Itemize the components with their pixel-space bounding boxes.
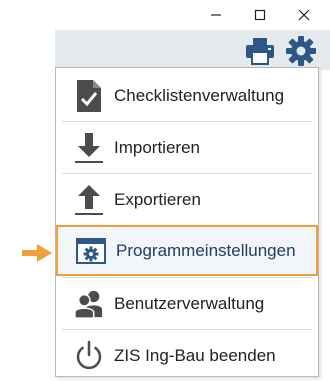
export-icon <box>74 183 104 217</box>
import-icon <box>74 131 104 165</box>
minimize-button[interactable] <box>196 0 236 30</box>
toolbar <box>55 30 330 70</box>
gear-icon <box>286 36 316 66</box>
menu-item-label: Importieren <box>114 137 200 157</box>
close-button[interactable] <box>284 0 324 30</box>
menu-item-label: Benutzerverwaltung <box>114 293 265 313</box>
menu-item-import[interactable]: Importieren <box>56 122 318 173</box>
menu-item-export[interactable]: Exportieren <box>56 174 318 225</box>
menu-item-label: ZIS Ing-Bau beenden <box>114 345 276 365</box>
menu-item-checklist-management[interactable]: Checklistenverwaltung <box>56 70 318 121</box>
printer-icon <box>246 38 274 65</box>
menu-item-label: Checklistenverwaltung <box>114 85 285 105</box>
menu-item-user-management[interactable]: Benutzerverwaltung <box>56 278 318 329</box>
pointer-arrow-icon <box>22 244 52 267</box>
minimize-icon <box>211 14 221 16</box>
close-icon <box>298 9 310 21</box>
menu-item-label: Exportieren <box>114 189 201 209</box>
print-button[interactable] <box>243 34 277 68</box>
menu-item-program-settings[interactable]: Programmeinstellungen <box>56 225 318 276</box>
checklist-icon <box>74 79 104 113</box>
settings-button[interactable] <box>284 34 318 68</box>
main-menu: Checklistenverwaltung Importieren Export… <box>55 67 319 377</box>
maximize-icon <box>254 9 266 21</box>
settings-window-icon <box>76 234 106 268</box>
menu-item-exit-app[interactable]: ZIS Ing-Bau beenden <box>56 330 318 381</box>
maximize-button[interactable] <box>240 0 280 30</box>
title-bar <box>0 0 330 30</box>
menu-item-label: Programmeinstellungen <box>116 240 296 260</box>
power-icon <box>74 339 104 373</box>
users-icon <box>74 287 104 321</box>
